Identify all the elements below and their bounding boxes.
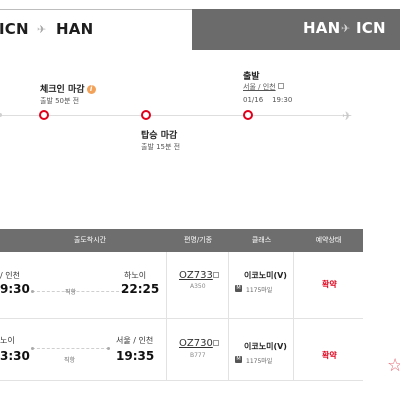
- header-class: 클래스: [251, 236, 272, 244]
- route-start-dot: [31, 290, 34, 293]
- column-divider: [293, 252, 294, 380]
- miles-icon: M: [235, 285, 242, 292]
- outbound-destination: HAN: [56, 20, 94, 38]
- cabin-class: 이코노미(V): [244, 271, 287, 280]
- departure-city: / 인천: [0, 271, 20, 280]
- return-destination: ICN: [356, 19, 386, 37]
- row-divider: [0, 380, 363, 381]
- flight-number-link[interactable]: OZ730: [179, 338, 213, 349]
- route-line: [32, 291, 124, 292]
- outbound-origin: ICN: [0, 20, 29, 38]
- aircraft-type: A350: [190, 283, 206, 290]
- route-start-dot: [31, 347, 34, 350]
- miles-value: 1175마일: [246, 287, 273, 294]
- boarding-deadline-sub: 출발 15분 전: [141, 143, 181, 151]
- miles-icon: M: [235, 356, 242, 363]
- departure-node: [243, 110, 253, 120]
- external-link-icon: [213, 340, 219, 346]
- departure-time: 9:30: [0, 282, 30, 296]
- star-icon[interactable]: ☆: [387, 355, 400, 376]
- timeline-start-dot: [0, 113, 2, 117]
- direct-label: 직항: [65, 289, 77, 296]
- status-badge: 확약: [322, 280, 337, 289]
- arrival-city: 하노이: [124, 271, 147, 280]
- route-line: [32, 348, 109, 349]
- timeline-line: [0, 115, 350, 116]
- status-badge: 확약: [322, 351, 337, 360]
- route-end-dot: [107, 347, 110, 350]
- return-origin: HAN: [303, 19, 341, 37]
- departure-city: 노이: [0, 336, 15, 345]
- row-divider: [0, 318, 363, 319]
- external-link-icon: [277, 83, 284, 89]
- arrival-time: 22:25: [121, 282, 160, 296]
- aircraft-type: B777: [190, 352, 206, 359]
- table-header: 출도착시간 편명/기종 클래스 예약상태: [0, 229, 363, 252]
- column-divider: [166, 252, 167, 380]
- departure-title: 출발: [243, 72, 260, 82]
- departure-datetime: 01/16 19:30: [243, 96, 293, 104]
- column-divider: [228, 252, 229, 380]
- header-status: 예약상태: [315, 236, 342, 244]
- boarding-node: [141, 110, 151, 120]
- flight-number-link[interactable]: OZ733: [179, 270, 213, 281]
- route-arrow-icon: ✈: [37, 23, 47, 36]
- external-link-icon: [213, 272, 219, 278]
- cabin-class: 이코노미(V): [244, 342, 287, 351]
- checkin-deadline-title: 체크인 마감 i: [40, 82, 96, 95]
- header-schedule: 출도착시간: [73, 236, 107, 244]
- info-icon[interactable]: i: [86, 85, 96, 94]
- arrival-city: 서울 / 인천: [116, 336, 154, 345]
- departure-location[interactable]: 서울 / 인천: [243, 82, 284, 92]
- miles-value: 1175마일: [246, 358, 273, 365]
- tab-return[interactable]: HAN ✈ ICN: [192, 9, 400, 50]
- checkin-deadline-sub: 출발 50분 전: [40, 97, 80, 105]
- checkin-node: [39, 110, 49, 120]
- route-arrow-icon: ✈: [341, 22, 351, 35]
- arrival-time: 19:35: [116, 349, 155, 363]
- plane-icon: ✈: [342, 109, 353, 123]
- tab-outbound[interactable]: ICN ✈ HAN: [0, 9, 192, 50]
- header-flight: 편명/기종: [183, 236, 213, 244]
- direct-label: 직항: [64, 357, 76, 364]
- departure-time: 3:30: [0, 349, 30, 363]
- boarding-deadline-title: 탑승 마감: [141, 131, 178, 141]
